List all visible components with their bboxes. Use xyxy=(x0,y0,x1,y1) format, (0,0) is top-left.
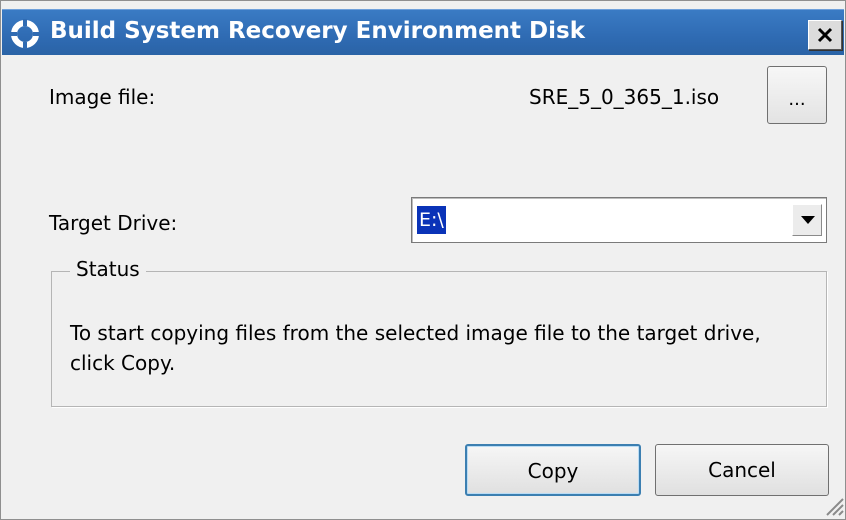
image-file-value: SRE_5_0_365_1.iso xyxy=(529,85,720,109)
app-ring-icon xyxy=(10,19,40,49)
dialog-window: Build System Recovery Environment Disk I… xyxy=(0,0,846,520)
close-button[interactable] xyxy=(808,20,842,50)
cancel-button[interactable]: Cancel xyxy=(655,444,829,496)
title-bar[interactable]: Build System Recovery Environment Disk xyxy=(2,9,844,55)
browse-button[interactable]: ... xyxy=(767,66,827,124)
status-message: To start copying files from the selected… xyxy=(70,321,761,375)
target-drive-label: Target Drive: xyxy=(49,211,178,235)
window-title: Build System Recovery Environment Disk xyxy=(50,18,586,44)
status-legend: Status xyxy=(70,257,146,281)
resize-grip-icon[interactable] xyxy=(821,493,845,517)
target-drive-selected-value: E:\ xyxy=(417,206,446,234)
target-drive-select[interactable]: E:\ xyxy=(411,197,827,243)
close-icon xyxy=(817,27,833,43)
status-group: Status To start copying files from the s… xyxy=(51,257,827,407)
copy-button[interactable]: Copy xyxy=(465,444,641,496)
image-file-label: Image file: xyxy=(49,85,156,109)
chevron-down-icon xyxy=(801,216,815,224)
dropdown-button[interactable] xyxy=(792,204,822,236)
